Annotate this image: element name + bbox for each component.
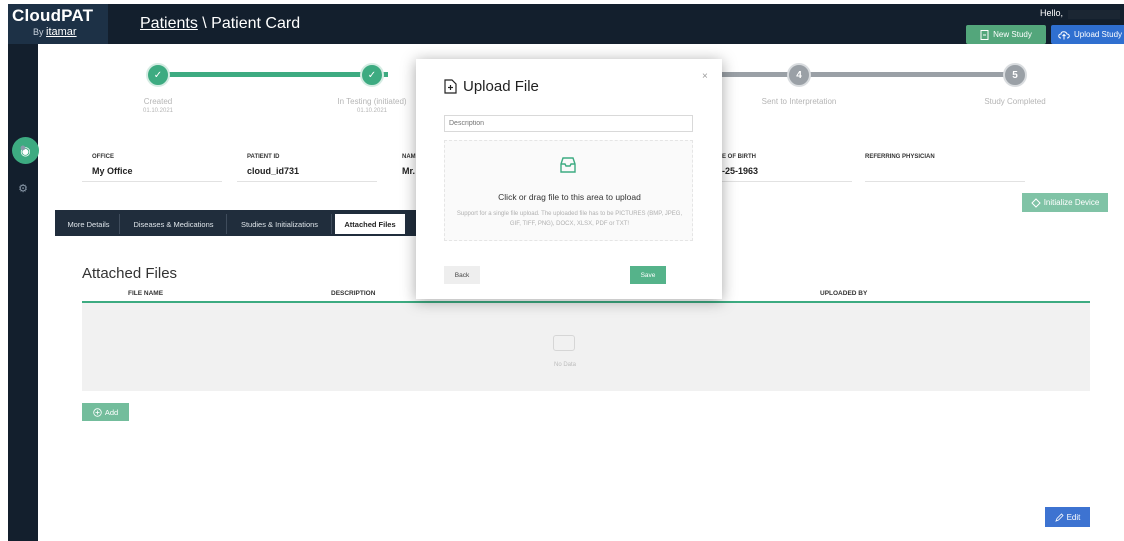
tab-more-details[interactable]: More Details xyxy=(58,214,120,234)
save-label: Save xyxy=(640,271,656,279)
back-button[interactable]: Back xyxy=(444,266,480,284)
step-1-dot: ✓ xyxy=(146,63,170,87)
add-file-button[interactable]: Add xyxy=(82,403,129,421)
office-value: My Office xyxy=(92,166,133,176)
modal-title: Upload File xyxy=(444,78,539,95)
new-study-button[interactable]: New Study xyxy=(966,25,1046,44)
description-input[interactable] xyxy=(444,115,693,132)
new-study-label: New Study xyxy=(993,30,1032,39)
settings-nav-icon[interactable]: ⚙ xyxy=(8,182,38,195)
plus-circle-icon xyxy=(93,407,102,417)
device-icon xyxy=(1030,197,1041,208)
step-5-label: Study Completed xyxy=(984,97,1046,106)
office-label: OFFICE xyxy=(92,154,114,160)
tab-diseases-medications[interactable]: Diseases & Medications xyxy=(121,214,227,234)
office-divider xyxy=(82,181,222,182)
tab-attached-files[interactable]: Attached Files xyxy=(335,214,405,234)
name-label: NAM xyxy=(402,154,416,160)
step-1-date: 01.10.2021 xyxy=(142,108,174,114)
name-value: Mr. xyxy=(402,166,416,176)
top-header: CloudPAT By itamar Patients \ Patient Ca… xyxy=(8,4,1124,44)
breadcrumb-patients-link[interactable]: Patients xyxy=(140,15,198,32)
step-5-number: 5 xyxy=(1012,69,1018,81)
upload-study-label: Upload Study xyxy=(1073,30,1123,39)
tab-more-details-label: More Details xyxy=(67,219,110,229)
stepper-line-done xyxy=(158,72,388,77)
step-5-dot: 5 xyxy=(1003,63,1027,87)
attached-files-title: Attached Files xyxy=(82,265,178,282)
patient-id-value: cloud_id731 xyxy=(247,166,300,176)
tab-attached-files-label: Attached Files xyxy=(344,219,396,229)
step-1-label: Created xyxy=(143,97,173,106)
dob-label: E OF BIRTH xyxy=(722,154,756,160)
file-add-icon xyxy=(444,79,457,94)
logo-by: By xyxy=(33,27,44,37)
dropzone-hint: Support for a single file upload. The up… xyxy=(456,211,683,227)
step-4-dot: 4 xyxy=(787,63,811,87)
column-file-name[interactable]: FILE NAME xyxy=(128,290,163,297)
save-button[interactable]: Save xyxy=(630,266,666,284)
back-label: Back xyxy=(454,271,470,279)
column-uploaded-by[interactable]: UPLOADED BY xyxy=(820,290,867,297)
column-description[interactable]: DESCRIPTION xyxy=(331,290,375,297)
inbox-icon xyxy=(560,157,576,173)
attached-files-table xyxy=(82,303,1090,391)
redacted-username xyxy=(1068,10,1120,19)
tab-underline xyxy=(55,234,425,236)
patient-id-divider xyxy=(237,181,377,182)
physician-divider xyxy=(865,181,1025,182)
tab-studies-initializations-label: Studies & Initializations xyxy=(240,219,319,229)
patient-id-label: PATIENT ID xyxy=(247,154,280,160)
users-nav-icon[interactable]: ● xyxy=(8,142,38,154)
document-icon xyxy=(980,29,989,40)
step-2-check: ✓ xyxy=(367,69,377,81)
edit-button[interactable]: Edit xyxy=(1045,507,1090,527)
upload-file-modal: Upload File × Click or drag file to this… xyxy=(416,59,722,299)
dropzone-instruction: Click or drag file to this area to uploa… xyxy=(498,192,641,202)
step-2-label: In Testing (initiated) xyxy=(337,97,407,106)
initialize-device-label: Initialize Device xyxy=(1043,198,1100,207)
dob-divider xyxy=(722,181,852,182)
step-4-label: Sent to Interpretation xyxy=(761,97,837,106)
cloud-upload-icon xyxy=(1058,30,1070,39)
edit-label: Edit xyxy=(1066,512,1081,522)
referring-physician-label: REFERRING PHYSICIAN xyxy=(865,154,935,160)
logo[interactable]: CloudPAT By itamar xyxy=(8,4,108,44)
tab-studies-initializations[interactable]: Studies & Initializations xyxy=(228,214,332,234)
logo-byline: By itamar xyxy=(33,26,77,38)
breadcrumb: Patients \ Patient Card xyxy=(140,15,300,33)
step-2-date: 01.10.2021 xyxy=(356,108,388,114)
step-2-dot: ✓ xyxy=(360,63,384,87)
no-data-text: No Data xyxy=(553,362,576,368)
stepper-line-pending xyxy=(716,72,1026,77)
pencil-icon xyxy=(1054,512,1064,522)
empty-inbox-icon xyxy=(553,335,575,351)
dob-value: -25-1963 xyxy=(722,166,759,176)
left-sidebar: ◉ ● ⚙ xyxy=(8,44,39,541)
step-4-number: 4 xyxy=(796,69,802,81)
upload-study-button[interactable]: Upload Study xyxy=(1051,25,1124,44)
logo-text: CloudPAT xyxy=(12,6,94,25)
breadcrumb-separator: \ xyxy=(197,15,212,32)
user-greeting[interactable]: Hello, xyxy=(1040,8,1063,18)
logo-brand: itamar xyxy=(46,26,77,38)
breadcrumb-current: Patient Card xyxy=(211,15,301,32)
close-icon[interactable]: × xyxy=(702,71,708,82)
add-file-label: Add xyxy=(104,407,119,417)
file-dropzone[interactable]: Click or drag file to this area to uploa… xyxy=(444,140,693,241)
initialize-device-button[interactable]: Initialize Device xyxy=(1022,193,1108,212)
tab-diseases-medications-label: Diseases & Medications xyxy=(133,219,214,229)
modal-title-text: Upload File xyxy=(463,78,539,95)
step-1-check: ✓ xyxy=(153,69,163,81)
